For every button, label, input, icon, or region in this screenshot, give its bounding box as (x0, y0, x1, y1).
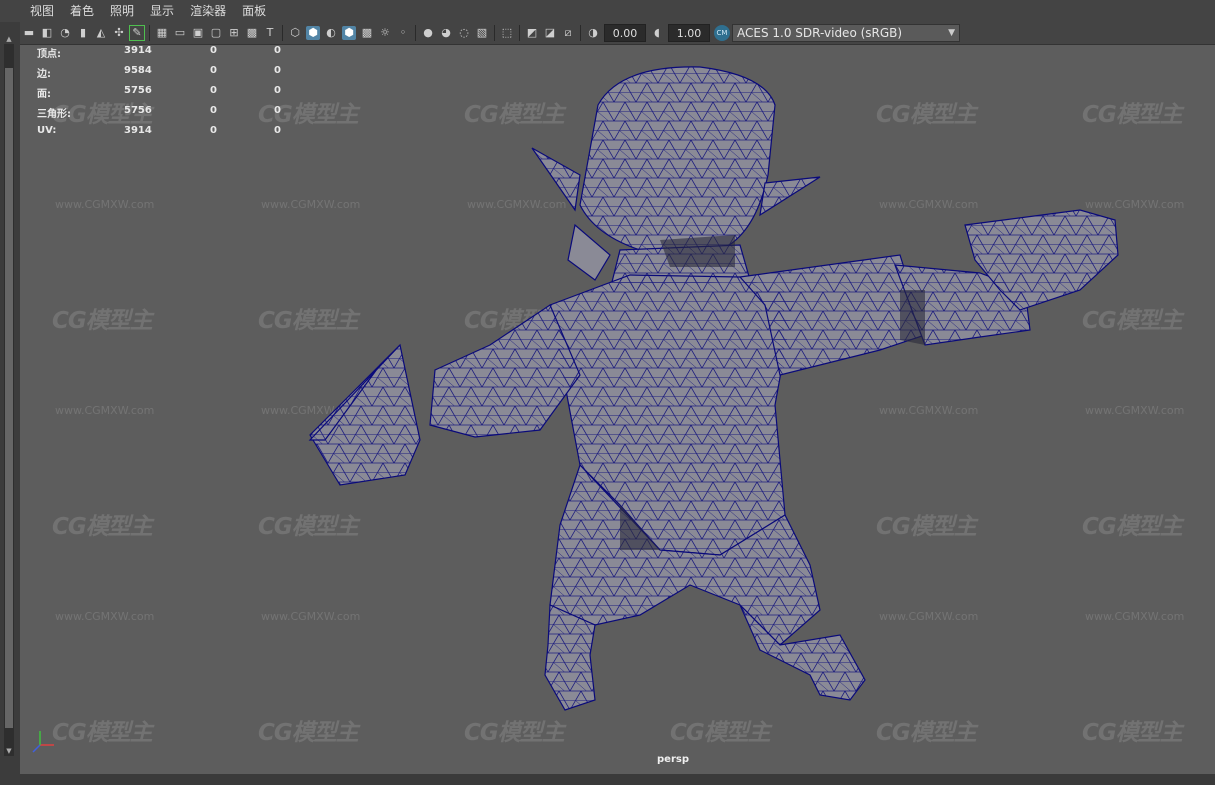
menu-panels[interactable]: 面板 (234, 0, 274, 22)
separator (519, 25, 520, 41)
character-model[interactable] (20, 45, 1215, 775)
gamma-icon[interactable]: ◖ (650, 26, 664, 40)
hud-value: 5756 (124, 85, 152, 96)
separator (149, 25, 150, 41)
wireframe-icon[interactable]: ⬡ (288, 26, 302, 40)
gamma-field[interactable]: 1.00 (668, 24, 710, 42)
hud-value: 0 (274, 125, 281, 136)
hud-value: 3914 (124, 45, 152, 56)
use-all-lights-icon[interactable]: ◦ (396, 26, 410, 40)
default-material-icon[interactable]: ◐ (324, 26, 338, 40)
select-camera-icon[interactable]: ▬ (22, 26, 36, 40)
hud-label: 顶点: (37, 49, 61, 60)
exposure-icon[interactable]: ◑ (586, 26, 600, 40)
film-gate-icon[interactable]: ▭ (173, 26, 187, 40)
hud-value: 5756 (124, 105, 152, 116)
menu-bar: 视图 着色 照明 显示 渲染器 面板 (0, 0, 1215, 22)
chevron-down-icon: ▼ (948, 28, 955, 38)
smooth-shade-icon[interactable]: ⬢ (306, 26, 320, 40)
menu-lighting[interactable]: 照明 (102, 0, 142, 22)
grid-icon[interactable]: ▦ (155, 26, 169, 40)
menu-renderer[interactable]: 渲染器 (182, 0, 234, 22)
vertical-scrollbar[interactable]: ▲ ▼ (4, 35, 14, 756)
viewport-persp[interactable]: CG模型主 CG模型主 CG模型主 CG模型主 CG模型主 www.CGMXW.… (20, 44, 1215, 775)
mesh-wireframe-overlay (310, 66, 1118, 710)
resolution-gate-icon[interactable]: ▣ (191, 26, 205, 40)
hud-value: 0 (210, 125, 217, 136)
menu-view[interactable]: 视图 (22, 0, 62, 22)
menu-show[interactable]: 显示 (142, 0, 182, 22)
axis-gizmo-icon (32, 731, 54, 753)
hud-value: 0 (274, 85, 281, 96)
separator (415, 25, 416, 41)
xray-joints-icon[interactable]: ⧄ (561, 26, 575, 40)
hud-value: 0 (210, 65, 217, 76)
separator (282, 25, 283, 41)
menu-shading[interactable]: 着色 (62, 0, 102, 22)
lights-icon[interactable]: ☼ (378, 26, 392, 40)
textured-icon[interactable]: ▩ (360, 26, 374, 40)
gate-mask-icon[interactable]: ▢ (209, 26, 223, 40)
scrollbar-thumb[interactable] (5, 68, 13, 728)
scroll-up-arrow-icon[interactable]: ▲ (4, 34, 14, 44)
hud-value: 0 (210, 45, 217, 56)
shadows-icon[interactable]: ● (421, 26, 435, 40)
bookmarks-icon[interactable]: ◔ (58, 26, 72, 40)
hud-value: 9584 (124, 65, 152, 76)
camera-name-label: persp (657, 754, 689, 765)
bottom-bar (20, 774, 1215, 785)
field-chart-icon[interactable]: ⊞ (227, 26, 241, 40)
2d-pan-zoom-icon[interactable]: ✣ (112, 26, 126, 40)
separator (580, 25, 581, 41)
hud-value: 0 (210, 85, 217, 96)
xray-active-icon[interactable]: ◪ (543, 26, 557, 40)
separator (494, 25, 495, 41)
grease-pencil-icon[interactable]: ✎ (129, 25, 145, 41)
isolate-select-icon[interactable]: ⬚ (500, 26, 514, 40)
hud-label: 边: (37, 69, 51, 80)
hud-value: 0 (274, 65, 281, 76)
hud-label: 面: (37, 89, 51, 100)
hud-value: 0 (274, 45, 281, 56)
panel-toolbar: ▬ ◧ ◔ ▮ ◭ ✣ ✎ ▦ ▭ ▣ ▢ ⊞ ▩ T ⬡ ⬢ ◐ ⬢ ▩ ☼ … (20, 22, 1215, 44)
image-plane-icon[interactable]: ◭ (94, 26, 108, 40)
hud-label: 三角形: (37, 109, 71, 120)
color-management-icon[interactable]: CM (714, 25, 730, 41)
exposure-field[interactable]: 0.00 (604, 24, 646, 42)
xray-icon[interactable]: ◩ (525, 26, 539, 40)
view-transform-dropdown[interactable]: ACES 1.0 SDR-video (sRGB) ▼ (732, 24, 960, 42)
safe-title-icon[interactable]: T (263, 26, 277, 40)
scroll-down-arrow-icon[interactable]: ▼ (4, 746, 14, 756)
wireframe-on-shaded-icon[interactable]: ⬢ (342, 26, 356, 40)
hud-value: 0 (274, 105, 281, 116)
hud-value: 0 (210, 105, 217, 116)
safe-action-icon[interactable]: ▩ (245, 26, 259, 40)
view-transform-value: ACES 1.0 SDR-video (sRGB) (737, 26, 903, 40)
hud-label: UV: (37, 125, 57, 136)
ambient-occlusion-icon[interactable]: ◕ (439, 26, 453, 40)
bookmark-icon[interactable]: ▮ (76, 26, 90, 40)
anti-aliasing-icon[interactable]: ▧ (475, 26, 489, 40)
camera-attributes-icon[interactable]: ◧ (40, 26, 54, 40)
hud-value: 3914 (124, 125, 152, 136)
motion-blur-icon[interactable]: ◌ (457, 26, 471, 40)
